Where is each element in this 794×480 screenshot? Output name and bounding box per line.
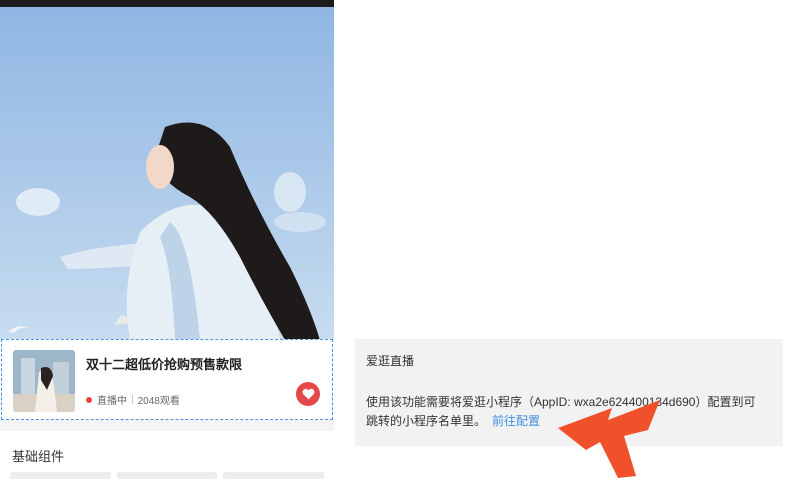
component-item[interactable] xyxy=(223,472,325,479)
live-status: 直播中 xyxy=(97,396,127,407)
component-list xyxy=(0,472,334,479)
live-title: 双十二超低价抢购预售款限 xyxy=(86,357,243,372)
viewer-count: 2048观看 xyxy=(137,396,180,407)
configure-link[interactable]: 前往配置 xyxy=(492,414,540,428)
meta-separator: | xyxy=(131,394,134,405)
section-divider xyxy=(0,420,334,431)
info-description-tail: 跳转的小程序名单里。 xyxy=(366,414,487,428)
heart-icon xyxy=(302,388,314,400)
live-room-card[interactable]: 双十二超低价抢购预售款限 直播中 | 2048观看 xyxy=(1,339,333,420)
live-thumbnail xyxy=(13,350,75,412)
info-title: 爱逛直播 xyxy=(366,354,415,368)
live-meta: 直播中 | 2048观看 xyxy=(86,392,180,407)
section-title: 基础组件 xyxy=(12,449,65,464)
info-description-continued: 跳转的小程序名单里。 前往配置 xyxy=(366,412,540,429)
arrow-annotation xyxy=(558,400,660,478)
phone-preview: 双十二超低价抢购预售款限 直播中 | 2048观看 基础组件 xyxy=(0,0,334,479)
status-bar xyxy=(0,0,334,7)
component-item[interactable] xyxy=(10,472,111,479)
live-status-dot xyxy=(86,396,92,403)
component-item[interactable] xyxy=(116,472,218,479)
live-cover-image xyxy=(0,7,334,340)
like-button[interactable] xyxy=(296,382,320,406)
